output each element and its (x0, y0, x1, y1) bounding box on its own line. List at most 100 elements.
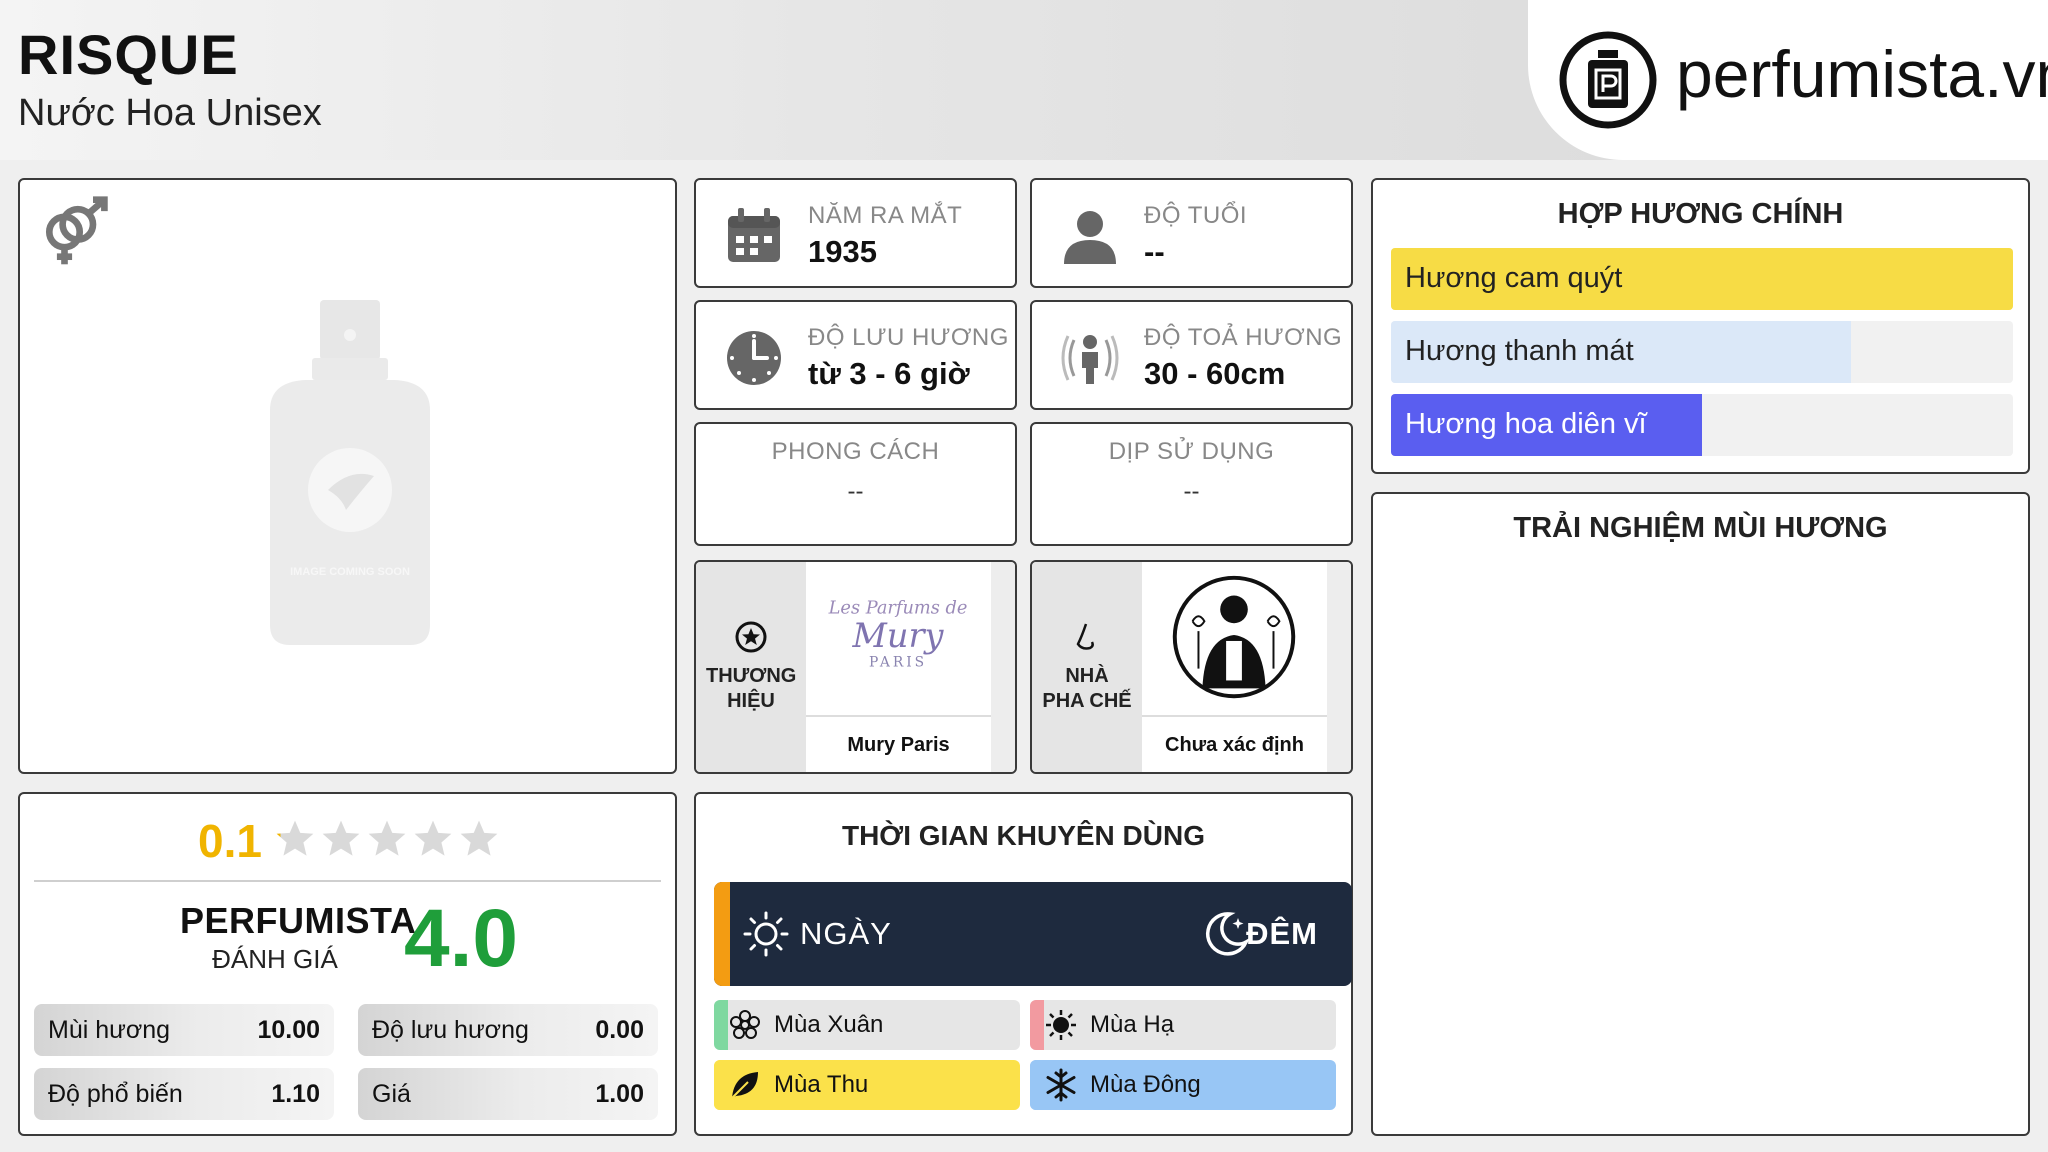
season-summer: Mùa Hạ (1030, 1000, 1336, 1050)
rating-card: 0.1 PERFUMISTA ĐÁNH GIÁ 4.0 Mùi hương 10… (18, 792, 677, 1136)
perfume-bottle-placeholder-image: IMAGE COMING SOON (270, 300, 430, 645)
sillage-card: ĐỘ TOẢ HƯƠNG 30 - 60cm (1030, 300, 1353, 410)
brand-logo-image: Les Parfums de Mury PARIS (806, 562, 991, 717)
accord-row: Hương hoa diên vĩ (1391, 394, 2013, 456)
age-card: ĐỘ TUỔI -- (1030, 178, 1353, 288)
perfumer-label-panel: NHÀ PHA CHẾ (1032, 562, 1142, 772)
season-label: Mùa Đông (1090, 1071, 1201, 1098)
brand-card[interactable]: THƯƠNG HIỆU Les Parfums de Mury PARIS Mu… (694, 560, 1017, 774)
scent-experience-card: TRẢI NGHIỆM MÙI HƯƠNG (1371, 492, 2030, 1136)
clock-icon (727, 331, 781, 385)
brand-logo-line3: PARIS (869, 655, 927, 671)
season-spring: Mùa Xuân (714, 1000, 1020, 1050)
stat-value: 1.10 (271, 1079, 320, 1108)
accord-label: Hương hoa diên vĩ (1405, 408, 1647, 440)
release-year-card: NĂM RA MẮT 1935 (694, 178, 1017, 288)
perfumista-score: 4.0 (404, 893, 518, 984)
main-accords-card: HỢP HƯƠNG CHÍNH Hương cam quýt Hương tha… (1371, 178, 2030, 474)
style-label: PHONG CÁCH (771, 438, 940, 465)
perfumer-image (1142, 562, 1327, 717)
product-subtitle: Nước Hoa Unisex (18, 92, 322, 134)
age-label: ĐỘ TUỔI (1144, 202, 1248, 229)
perfumer-name[interactable]: Chưa xác định (1142, 734, 1327, 757)
perfume-bottle-logo-icon (1559, 31, 1657, 129)
image-coming-soon-text: IMAGE COMING SOON (290, 566, 410, 578)
season-tab (1030, 1060, 1044, 1110)
perfumer-card-strip (1327, 562, 1351, 772)
stat-value: 10.00 (257, 1015, 320, 1044)
accord-row: Hương cam quýt (1391, 248, 2013, 310)
unisex-gender-icon (45, 196, 108, 265)
longevity-card: ĐỘ LƯU HƯƠNG từ 3 - 6 giờ (694, 300, 1017, 410)
perfumista-rating-label: PERFUMISTA ĐÁNH GIÁ (180, 900, 417, 975)
brand-card-strip (991, 562, 1015, 772)
star-icon[interactable] (366, 818, 408, 860)
stat-label: Giá (372, 1079, 411, 1108)
brand-label: THƯƠNG HIỆU (706, 665, 797, 712)
star-icon[interactable] (458, 818, 500, 860)
perfumer-card[interactable]: NHÀ PHA CHẾ Chưa xác định (1030, 560, 1353, 774)
stat-label: Độ phổ biến (48, 1079, 183, 1108)
season-label: Mùa Xuân (774, 1011, 884, 1038)
stat-longevity: Độ lưu hương 0.00 (358, 1004, 658, 1056)
logo-text: perfumista.vn (1676, 37, 2048, 111)
stat-popularity: Độ phổ biến 1.10 (34, 1068, 334, 1120)
stat-label: Mùi hương (48, 1015, 171, 1044)
star-icon[interactable] (412, 818, 454, 860)
season-winter: Mùa Đông (1030, 1060, 1336, 1110)
star-icon[interactable] (320, 818, 362, 860)
season-tab (714, 1060, 728, 1110)
page-header: RISQUE Nước Hoa Unisex perfumista.vn (0, 0, 2048, 160)
season-tab (714, 1000, 728, 1050)
flower-icon (730, 1010, 760, 1039)
release-year-value: 1935 (808, 234, 877, 269)
longevity-label: ĐỘ LƯU HƯƠNG (808, 324, 1009, 351)
main-accords-title: HỢP HƯƠNG CHÍNH (1557, 198, 1844, 230)
day-label: NGÀY (800, 916, 892, 951)
site-logo[interactable]: perfumista.vn (1528, 0, 2048, 160)
accord-row: Hương thanh mát (1391, 321, 2013, 383)
brand-logo-line2: Mury (852, 616, 945, 655)
rating-divider (34, 880, 661, 882)
occasion-card: DỊP SỬ DỤNG -- (1030, 422, 1353, 546)
stat-price: Giá 1.00 (358, 1068, 658, 1120)
age-value: -- (1144, 234, 1165, 269)
recommended-time-title: THỜI GIAN KHUYÊN DÙNG (841, 820, 1205, 851)
nose-icon (1076, 623, 1094, 650)
stat-value: 1.00 (595, 1079, 644, 1108)
person-icon (1064, 211, 1116, 264)
accord-label: Hương thanh mát (1405, 335, 1634, 367)
brand-name[interactable]: Mury Paris (806, 734, 991, 757)
perfumista-label: PERFUMISTA (180, 900, 417, 941)
sun-icon (1046, 1010, 1076, 1040)
season-tab (1030, 1000, 1044, 1050)
stat-scent: Mùi hương 10.00 (34, 1004, 334, 1056)
sun-icon (743, 911, 789, 957)
scent-experience-title: TRẢI NGHIỆM MÙI HƯƠNG (1513, 512, 1888, 544)
star-circle-icon (735, 621, 767, 653)
product-title: RISQUE (18, 23, 239, 86)
radiating-person-icon (1061, 335, 1119, 384)
calendar-icon (728, 208, 780, 262)
sillage-value: 30 - 60cm (1144, 356, 1286, 391)
snowflake-icon (1046, 1068, 1076, 1102)
day-night-bar: NGÀY ĐÊM (714, 882, 1352, 986)
leaf-icon (731, 1072, 758, 1099)
perfumer-label: NHÀ PHA CHẾ (1042, 665, 1132, 712)
brand-label-panel: THƯƠNG HIỆU (696, 562, 806, 772)
style-value: -- (847, 478, 864, 505)
night-label: ĐÊM (1246, 916, 1318, 951)
user-score: 0.1 (198, 815, 262, 867)
season-autumn: Mùa Thu (714, 1060, 1020, 1110)
release-year-label: NĂM RA MẮT (808, 202, 963, 229)
stat-label: Độ lưu hương (372, 1015, 529, 1044)
occasion-value: -- (1183, 478, 1200, 505)
stat-value: 0.00 (595, 1015, 644, 1044)
season-label: Mùa Thu (774, 1071, 869, 1098)
star-rating[interactable] (274, 818, 500, 860)
style-card: PHONG CÁCH -- (694, 422, 1017, 546)
recommended-time-card: THỜI GIAN KHUYÊN DÙNG NGÀY ĐÊM Mùa Xuân … (694, 792, 1353, 1136)
product-image-card: IMAGE COMING SOON (18, 178, 677, 774)
longevity-value: từ 3 - 6 giờ (808, 356, 970, 391)
star-icon[interactable] (274, 818, 316, 860)
